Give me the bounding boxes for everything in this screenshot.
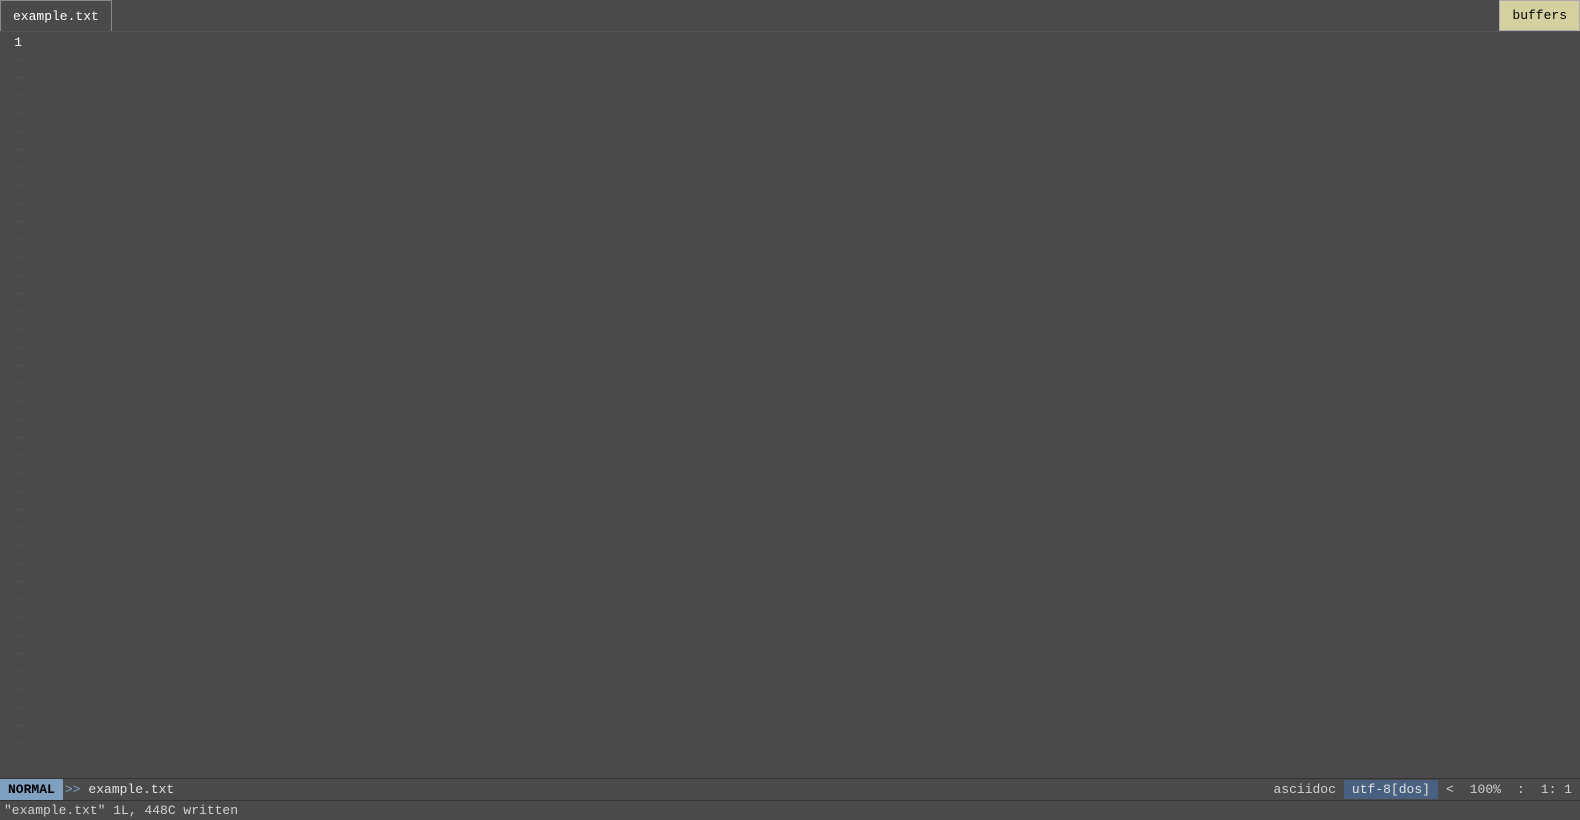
status-bar: NORMAL >> example.txt asciidoc utf-8[dos… xyxy=(0,778,1580,800)
line-number-5: ~ xyxy=(14,106,22,124)
editor-line-empty-8 xyxy=(32,214,1576,232)
status-filename: example.txt xyxy=(82,782,180,797)
editor-line-empty-20 xyxy=(32,430,1576,448)
line-number-30: ~ xyxy=(14,556,22,574)
line-number-10: ~ xyxy=(14,196,22,214)
line-number-39: ~ xyxy=(14,718,22,736)
tab-bar: example.txt buffers xyxy=(0,0,1580,32)
editor-container: example.txt buffers 1 ~ ~ ~ ~ ~ ~ ~ ~ ~ … xyxy=(0,0,1580,820)
file-tab[interactable]: example.txt xyxy=(0,0,112,31)
editor-line-1: Lorem ipsum dolor sit amet, consectetur … xyxy=(32,34,1576,52)
line-number-13: ~ xyxy=(14,250,22,268)
editor-line-empty-1 xyxy=(32,88,1576,106)
line-number-15: ~ xyxy=(14,286,22,304)
line-number-32: ~ xyxy=(14,592,22,610)
status-encoding: asciidoc xyxy=(1266,780,1344,799)
editor-line-empty-11 xyxy=(32,268,1576,286)
status-zoom: 100% xyxy=(1462,780,1509,799)
line-number-36: ~ xyxy=(14,664,22,682)
status-right: asciidoc utf-8[dos] < 100% : 1: 1 xyxy=(1266,780,1580,799)
line-number-40: ~ xyxy=(14,736,22,754)
line-number-7: ~ xyxy=(14,142,22,160)
line-number-25: ~ xyxy=(14,466,22,484)
editor-line-empty-18 xyxy=(32,394,1576,412)
line-number-2: ~ xyxy=(14,52,22,70)
line-number-34: ~ xyxy=(14,628,22,646)
editor-line-empty-5 xyxy=(32,160,1576,178)
line-number-23: ~ xyxy=(14,430,22,448)
editor-line-empty-6 xyxy=(32,178,1576,196)
line-number-35: ~ xyxy=(14,646,22,664)
line-number-20: ~ xyxy=(14,376,22,394)
line-number-18: ~ xyxy=(14,340,22,358)
mode-badge: NORMAL xyxy=(0,779,63,801)
editor-line-empty-17 xyxy=(32,376,1576,394)
line-number-26: ~ xyxy=(14,484,22,502)
line-number-16: ~ xyxy=(14,304,22,322)
line-number-24: ~ xyxy=(14,448,22,466)
status-position: 1: 1 xyxy=(1533,780,1580,799)
editor-content[interactable]: Lorem ipsum dolor sit amet, consectetur … xyxy=(28,32,1580,778)
line-number-19: ~ xyxy=(14,358,22,376)
line-number-1: 1 xyxy=(14,34,22,52)
line-numbers: 1 ~ ~ ~ ~ ~ ~ ~ ~ ~ ~ ~ ~ ~ ~ ~ ~ ~ ~ ~ … xyxy=(0,32,28,778)
line-number-33: ~ xyxy=(14,610,22,628)
editor-line-empty-9 xyxy=(32,232,1576,250)
editor-main: 1 ~ ~ ~ ~ ~ ~ ~ ~ ~ ~ ~ ~ ~ ~ ~ ~ ~ ~ ~ … xyxy=(0,32,1580,778)
line-number-3: ~ xyxy=(14,70,22,88)
line-number-38: ~ xyxy=(14,700,22,718)
line-number-8: ~ xyxy=(14,160,22,178)
line-number-12: ~ xyxy=(14,232,22,250)
line-number-4: ~ xyxy=(14,88,22,106)
editor-line-empty-10 xyxy=(32,250,1576,268)
line-number-31: ~ xyxy=(14,574,22,592)
line-number-29: ~ xyxy=(14,538,22,556)
line-number-21: ~ xyxy=(14,394,22,412)
editor-line-empty-3 xyxy=(32,124,1576,142)
editor-line-empty-2 xyxy=(32,106,1576,124)
line-number-17: ~ xyxy=(14,322,22,340)
editor-line-empty-7 xyxy=(32,196,1576,214)
line-number-22: ~ xyxy=(14,412,22,430)
editor-line-empty-15 xyxy=(32,340,1576,358)
editor-line-empty-19 xyxy=(32,412,1576,430)
editor-line-empty-12 xyxy=(32,286,1576,304)
editor-line-empty-14 xyxy=(32,322,1576,340)
status-utf8: utf-8[dos] xyxy=(1344,780,1438,799)
status-lt: < xyxy=(1438,780,1462,799)
status-sep1: >> xyxy=(63,782,83,797)
editor-line-empty-4 xyxy=(32,142,1576,160)
line-number-6: ~ xyxy=(14,124,22,142)
line-number-11: ~ xyxy=(14,214,22,232)
buffers-button[interactable]: buffers xyxy=(1499,0,1580,31)
line-number-37: ~ xyxy=(14,682,22,700)
line-number-9: ~ xyxy=(14,178,22,196)
line-number-27: ~ xyxy=(14,502,22,520)
command-line: "example.txt" 1L, 448C written xyxy=(0,800,1580,820)
editor-line-2: nisi ut aliquip ex ea commodo consequat.… xyxy=(32,52,1576,70)
status-sep2: : xyxy=(1509,780,1533,799)
editor-line-empty-13 xyxy=(32,304,1576,322)
line-number-28: ~ xyxy=(14,520,22,538)
line-number-14: ~ xyxy=(14,268,22,286)
editor-line-3: sunt in culpa qui officia deserunt molli… xyxy=(32,70,1576,88)
command-text: "example.txt" 1L, 448C written xyxy=(4,803,238,818)
tab-filename: example.txt xyxy=(13,9,99,24)
editor-line-empty-16 xyxy=(32,358,1576,376)
tab-spacer xyxy=(112,0,1500,31)
